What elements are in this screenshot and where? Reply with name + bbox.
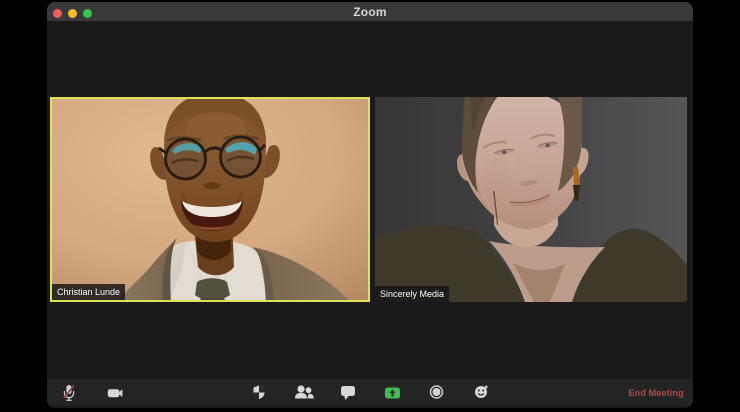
svg-text:End Meeting: End Meeting (628, 388, 684, 398)
